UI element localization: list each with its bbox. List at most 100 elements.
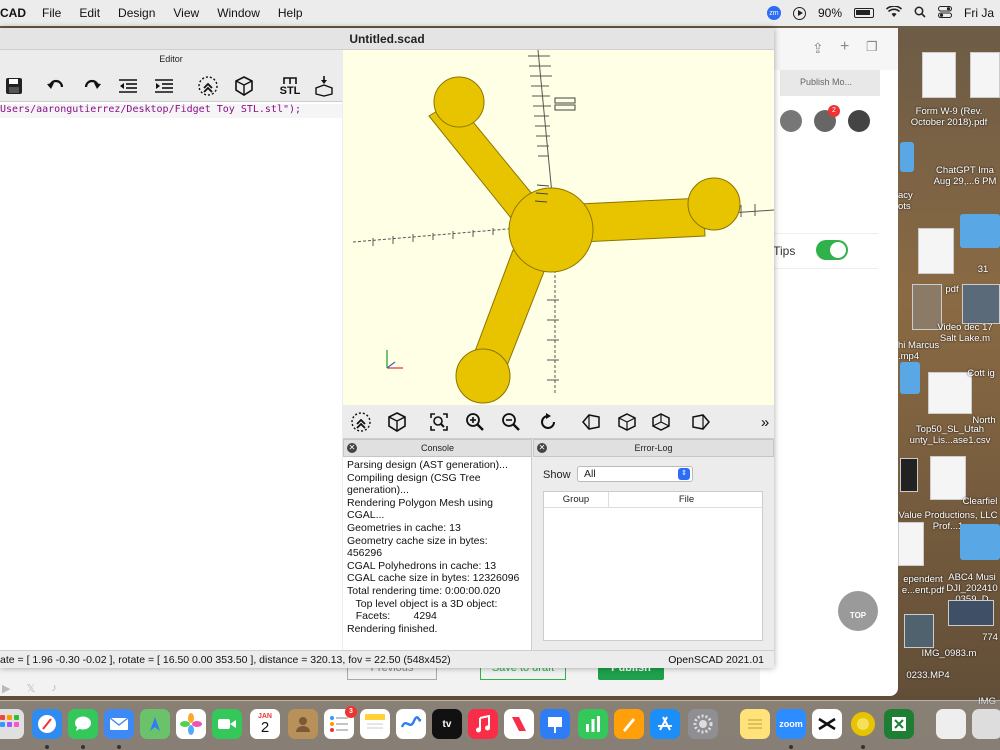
control-center-icon[interactable]	[938, 5, 952, 21]
folder-icon[interactable]	[900, 142, 914, 172]
mail-icon[interactable]	[104, 709, 134, 739]
menu-file[interactable]: File	[42, 6, 61, 20]
render-icon[interactable]	[385, 410, 409, 434]
desktop-file-label[interactable]: Form W-9 (Rev. October 2018).pdf	[898, 106, 1000, 128]
reminders-icon[interactable]: 3	[324, 706, 357, 739]
send-to-print-icon[interactable]	[312, 74, 336, 98]
view-bottom-icon[interactable]	[649, 410, 673, 434]
folder-icon[interactable]	[960, 524, 1000, 560]
file-thumbnail[interactable]	[918, 228, 954, 274]
globe-icon[interactable]	[780, 110, 802, 132]
contacts-icon[interactable]	[288, 709, 318, 739]
tiktok-icon[interactable]: ♪	[51, 682, 57, 696]
excel-like-icon[interactable]	[884, 709, 914, 739]
tabs-overview-icon[interactable]: ❐	[866, 39, 878, 55]
desktop-file-label[interactable]: ChatGPT Ima Aug 29,...6 PM	[930, 165, 1000, 187]
file-thumbnail[interactable]	[900, 458, 918, 492]
desktop-file-label[interactable]: 774	[980, 632, 1000, 643]
freeform-icon[interactable]	[396, 709, 426, 739]
pdf-icon[interactable]	[930, 456, 966, 500]
view-right-icon[interactable]	[579, 410, 603, 434]
messages-icon[interactable]	[68, 709, 98, 739]
news-icon[interactable]	[504, 709, 534, 739]
show-filter-select[interactable]: All ⇕	[577, 466, 693, 482]
more-tools-icon[interactable]: »	[753, 410, 777, 434]
downloads-stack-icon[interactable]	[936, 709, 966, 739]
openscad-icon[interactable]	[848, 709, 878, 739]
reset-view-icon[interactable]	[536, 410, 560, 434]
menu-window[interactable]: Window	[217, 6, 260, 20]
notes-stack-icon[interactable]	[740, 709, 770, 739]
avatar[interactable]	[848, 110, 870, 132]
folder-icon[interactable]	[900, 362, 920, 394]
window-title[interactable]: Untitled.scad	[0, 28, 774, 50]
pages-icon[interactable]	[614, 709, 644, 739]
desktop-file-label[interactable]: hi Marcus .mp4	[898, 340, 942, 362]
documents-stack-icon[interactable]	[972, 709, 1000, 739]
folder-icon[interactable]	[960, 214, 1000, 248]
desktop-file-label[interactable]: 31	[968, 264, 998, 275]
close-icon[interactable]: ✕	[347, 443, 357, 453]
pdf-thumbnail[interactable]	[970, 52, 1000, 98]
video-thumbnail[interactable]	[962, 284, 1000, 324]
video-thumbnail[interactable]	[948, 600, 994, 626]
app-store-icon[interactable]	[650, 709, 680, 739]
code-editor[interactable]: Users/aarongutierrez/Desktop/Fidget Toy …	[0, 102, 342, 652]
search-icon[interactable]	[914, 6, 926, 21]
play-icon[interactable]	[792, 6, 806, 20]
desktop-file-label[interactable]: Top50_SL_Utah unty_Lis...ase1.csv	[900, 424, 1000, 446]
render-icon[interactable]	[232, 74, 256, 98]
music-icon[interactable]	[468, 709, 498, 739]
error-log-table[interactable]: Group File	[543, 491, 764, 641]
desktop-file-label[interactable]: Cott ig	[962, 368, 1000, 379]
app-menu[interactable]: CAD	[0, 6, 26, 20]
redo-icon[interactable]	[80, 74, 104, 98]
column-file[interactable]: File	[608, 492, 764, 508]
menu-view[interactable]: View	[173, 6, 199, 20]
numbers-icon[interactable]	[578, 709, 608, 739]
zoom-app-icon[interactable]: zoom	[776, 709, 806, 739]
view-left-icon[interactable]	[689, 410, 713, 434]
clock[interactable]: Fri Ja	[964, 6, 994, 20]
console-output[interactable]: Parsing design (AST generation)... Compi…	[343, 457, 532, 650]
column-group[interactable]: Group	[544, 492, 608, 508]
system-settings-icon[interactable]	[688, 709, 718, 739]
battery-icon[interactable]	[854, 8, 874, 18]
share-icon[interactable]: ⇪	[812, 40, 824, 57]
capcut-icon[interactable]	[812, 709, 842, 739]
calendar-icon[interactable]: JAN 2	[250, 709, 280, 739]
menu-design[interactable]: Design	[118, 6, 155, 20]
code-line[interactable]: Users/aarongutierrez/Desktop/Fidget Toy …	[0, 104, 342, 118]
undo-icon[interactable]	[44, 74, 68, 98]
keynote-icon[interactable]	[540, 709, 570, 739]
desktop-file-label[interactable]: pdf	[940, 284, 964, 295]
3d-viewport[interactable]	[343, 50, 774, 405]
desktop-file-label[interactable]: IMG_0983.m	[898, 648, 1000, 659]
apple-tv-icon[interactable]: tv	[432, 709, 462, 739]
menu-edit[interactable]: Edit	[79, 6, 100, 20]
safari-icon[interactable]	[32, 709, 62, 739]
close-icon[interactable]: ✕	[537, 443, 547, 453]
save-icon[interactable]	[2, 74, 26, 98]
video-thumbnail[interactable]	[904, 614, 934, 648]
wifi-icon[interactable]	[885, 4, 903, 21]
desktop-file-label[interactable]: 0233.MP4	[898, 670, 958, 681]
facetime-icon[interactable]	[212, 709, 242, 739]
indent-icon[interactable]	[152, 74, 176, 98]
photos-icon[interactable]	[176, 709, 206, 739]
x-icon[interactable]: 𝕏	[26, 682, 35, 696]
youtube-icon[interactable]: ▶	[2, 682, 10, 696]
mail-icon[interactable]: 2	[814, 105, 840, 132]
zoom-in-icon[interactable]	[463, 410, 487, 434]
scroll-top-button[interactable]: TOP	[838, 591, 878, 631]
notes-icon[interactable]	[360, 709, 390, 739]
desktop-file-label[interactable]: acy ots	[898, 190, 922, 212]
browser-tab[interactable]: Publish Mo...	[780, 70, 880, 96]
export-stl-button[interactable]: STL	[276, 74, 304, 98]
new-tab-icon[interactable]: +	[840, 38, 849, 56]
pdf-thumbnail[interactable]	[922, 52, 956, 98]
menu-help[interactable]: Help	[278, 6, 303, 20]
desktop-file-label[interactable]: Clearfiel	[960, 496, 1000, 507]
preview-icon[interactable]	[349, 410, 373, 434]
launchpad-icon[interactable]	[0, 709, 24, 739]
